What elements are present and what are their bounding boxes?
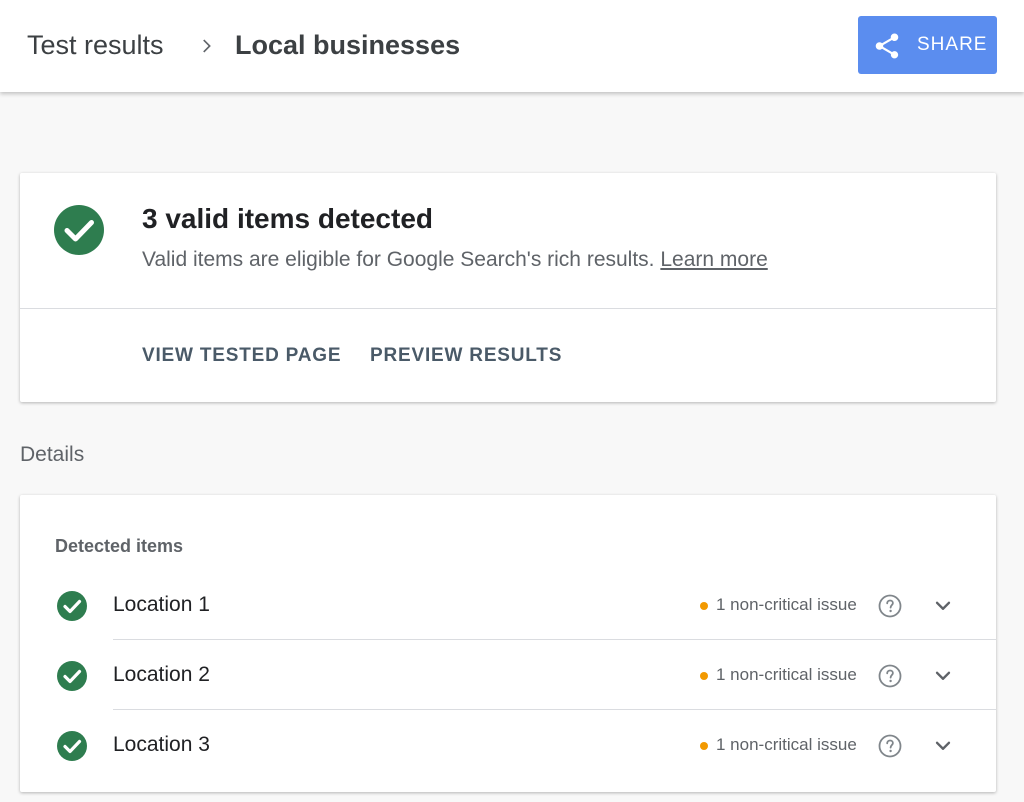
summary-description-text: Valid items are eligible for Google Sear…	[142, 248, 655, 271]
top-bar: Test results Local businesses SHARE	[0, 0, 1024, 92]
issue-status: 1 non-critical issue	[716, 665, 857, 684]
detected-item-row[interactable]: Location 1 1 non-critical issue	[20, 570, 996, 640]
page-title: Local businesses	[235, 30, 461, 60]
detected-item-row[interactable]: Location 2 1 non-critical issue	[20, 640, 996, 710]
check-circle-icon	[57, 661, 87, 691]
detected-items-heading: Detected items	[55, 536, 184, 556]
help-circle-icon[interactable]	[878, 594, 902, 618]
share-icon	[875, 33, 899, 59]
help-circle-icon[interactable]	[878, 664, 902, 688]
share-button[interactable]: SHARE	[858, 16, 997, 74]
item-label: Location 3	[113, 733, 210, 756]
warning-dot-icon	[700, 672, 708, 680]
summary-description: Valid items are eligible for Google Sear…	[142, 248, 768, 272]
breadcrumb-test-results[interactable]: Test results	[27, 30, 164, 61]
check-circle-icon	[57, 591, 87, 621]
issue-status: 1 non-critical issue	[716, 735, 857, 754]
check-circle-icon	[54, 205, 104, 255]
detected-items-card: Detected items Location 1 1 non-critical…	[20, 495, 996, 792]
summary-title: 3 valid items detected	[142, 203, 434, 234]
check-circle-icon	[57, 731, 87, 761]
view-tested-page-button[interactable]: VIEW TESTED PAGE	[142, 345, 341, 367]
chevron-down-icon[interactable]	[932, 665, 954, 687]
detected-item-row[interactable]: Location 3 1 non-critical issue	[20, 710, 996, 780]
divider	[20, 308, 996, 309]
summary-card: 3 valid items detected Valid items are e…	[20, 173, 996, 402]
item-label: Location 1	[113, 593, 210, 616]
item-label: Location 2	[113, 663, 210, 686]
help-circle-icon[interactable]	[878, 734, 902, 758]
share-button-label: SHARE	[917, 34, 988, 55]
warning-dot-icon	[700, 742, 708, 750]
issue-status: 1 non-critical issue	[716, 595, 857, 614]
details-heading: Details	[20, 443, 85, 466]
learn-more-link[interactable]: Learn more	[660, 248, 767, 271]
preview-results-button[interactable]: PREVIEW RESULTS	[370, 345, 562, 367]
warning-dot-icon	[700, 602, 708, 610]
chevron-down-icon[interactable]	[932, 595, 954, 617]
chevron-down-icon[interactable]	[932, 735, 954, 757]
chevron-right-icon	[203, 39, 211, 53]
